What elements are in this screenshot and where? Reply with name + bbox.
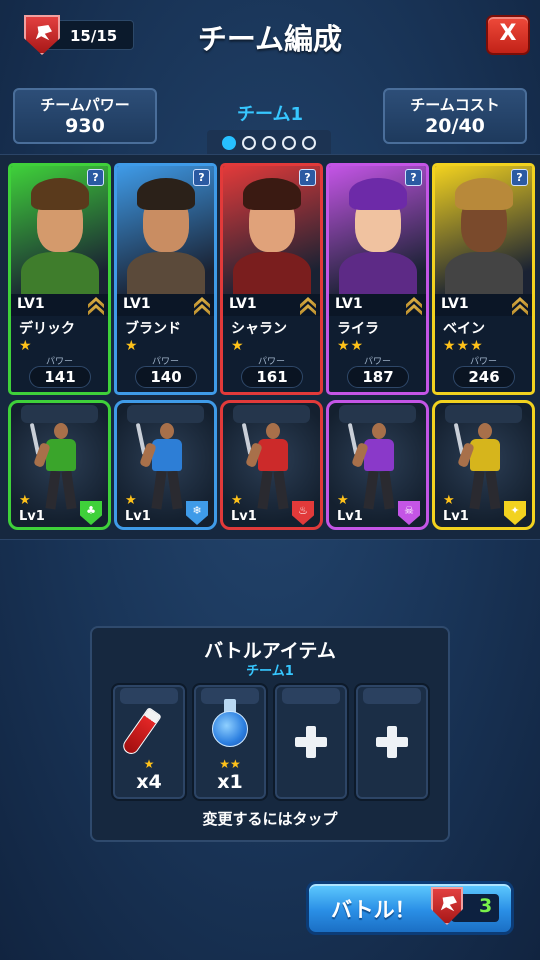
- team-page-dot-2[interactable]: [242, 136, 256, 150]
- hero-power-value: 187: [347, 366, 409, 388]
- team-cost-value: 20/40: [425, 115, 485, 137]
- nature-icon: ♣: [80, 501, 102, 525]
- team-page-dot-3[interactable]: [262, 136, 276, 150]
- troop-stars: ★: [337, 493, 349, 508]
- hero-name: ブランド: [125, 321, 181, 337]
- hero-name: ベイン: [443, 321, 485, 337]
- battle-items-team: チーム1: [246, 664, 294, 679]
- hero-portrait: ?: [329, 166, 426, 294]
- troop-figure: [241, 421, 303, 511]
- item-slot-2[interactable]: ★★ x1: [192, 683, 268, 801]
- hero-power-value: 161: [241, 366, 303, 388]
- hero-info-button[interactable]: ?: [193, 169, 210, 186]
- item-slot-1[interactable]: ★ x4: [111, 683, 187, 801]
- troop-level: Lv1: [231, 509, 257, 524]
- battle-button-label: バトル！: [331, 898, 416, 922]
- troop-figure: [29, 421, 91, 511]
- troop-level: Lv1: [19, 509, 45, 524]
- hero-stars: ★: [19, 338, 33, 354]
- holy-icon: ✦: [504, 501, 526, 525]
- troop-figure: [453, 421, 515, 511]
- rank-chevron-icon: [300, 304, 316, 316]
- hero-portrait: ?: [117, 166, 214, 294]
- rank-chevron-icon: [512, 304, 528, 316]
- troop-card[interactable]: ★ Lv1 ♨: [220, 400, 323, 530]
- hero-card[interactable]: ? LV1 デリック ★ パワー 141: [8, 163, 111, 395]
- hero-portrait: ?: [435, 166, 532, 294]
- item-stars: ★★: [219, 757, 241, 771]
- team-name: チーム1: [237, 104, 303, 125]
- hero-info-button[interactable]: ?: [87, 169, 104, 186]
- hero-card[interactable]: ? LV1 ブランド ★ パワー 140: [114, 163, 217, 395]
- rank-chevron-icon: [194, 304, 210, 316]
- hero-level: LV1: [17, 296, 45, 312]
- hero-info-button[interactable]: ?: [299, 169, 316, 186]
- blue-potion-icon: [212, 711, 248, 747]
- team-page-indicator[interactable]: [207, 130, 331, 156]
- page-title: チーム編成: [197, 22, 343, 56]
- troop-level: Lv1: [125, 509, 151, 524]
- item-stars: ★: [143, 757, 155, 771]
- troop-card[interactable]: ★ Lv1 ☠: [326, 400, 429, 530]
- ice-icon: ❄: [186, 501, 208, 525]
- dark-icon: ☠: [398, 501, 420, 525]
- hero-card[interactable]: ? LV1 ベイン ★★★ パワー 246: [432, 163, 535, 395]
- hero-info-button[interactable]: ?: [511, 169, 528, 186]
- item-slot-3[interactable]: [273, 683, 349, 801]
- troop-card[interactable]: ★ Lv1 ✦: [432, 400, 535, 530]
- team-page-dot-1[interactable]: [222, 136, 236, 150]
- troop-card[interactable]: ★ Lv1 ❄: [114, 400, 217, 530]
- troop-figure: [135, 421, 197, 511]
- hero-stars: ★★: [337, 338, 365, 354]
- hero-power-value: 141: [29, 366, 91, 388]
- hero-name: シャラン: [231, 321, 287, 337]
- troop-level: Lv1: [443, 509, 469, 524]
- hero-level: LV1: [123, 296, 151, 312]
- team-power-label: チームパワー: [40, 96, 130, 114]
- battle-cost: 3: [479, 895, 493, 917]
- red-potion-icon: [120, 706, 162, 758]
- team-cost-panel: チームコスト 20/40: [383, 88, 527, 144]
- hero-level: LV1: [229, 296, 257, 312]
- hero-portrait: ?: [11, 166, 108, 294]
- team-power-value: 930: [65, 115, 105, 137]
- troop-stars: ★: [443, 493, 455, 508]
- rank-chevron-icon: [406, 304, 422, 316]
- rank-chevron-icon: [88, 304, 104, 316]
- hero-name: デリック: [19, 321, 75, 337]
- hero-stars: ★★★: [443, 338, 484, 354]
- hero-power-value: 140: [135, 366, 197, 388]
- item-count: x4: [136, 771, 162, 793]
- battle-items-title: バトルアイテム: [204, 640, 336, 662]
- team-page-dot-5[interactable]: [302, 136, 316, 150]
- troop-stars: ★: [125, 493, 137, 508]
- close-button[interactable]: X: [486, 15, 530, 55]
- hero-stars: ★: [231, 338, 245, 354]
- troop-stars: ★: [231, 493, 243, 508]
- team-power-panel: チームパワー 930: [13, 88, 157, 144]
- item-slot-4[interactable]: [354, 683, 430, 801]
- hero-name: ライラ: [337, 321, 379, 337]
- team-cost-label: チームコスト: [410, 96, 500, 114]
- hero-level: LV1: [441, 296, 469, 312]
- troop-figure: [347, 421, 409, 511]
- hero-info-button[interactable]: ?: [405, 169, 422, 186]
- troop-level: Lv1: [337, 509, 363, 524]
- item-count: x1: [217, 771, 243, 793]
- battle-button[interactable]: バトル！ 3: [306, 881, 514, 935]
- battle-items-hint: 変更するにはタップ: [202, 810, 338, 828]
- hero-power-value: 246: [453, 366, 515, 388]
- fire-icon: ♨: [292, 501, 314, 525]
- hero-portrait: ?: [223, 166, 320, 294]
- hero-card[interactable]: ? LV1 シャラン ★ パワー 161: [220, 163, 323, 395]
- hero-card[interactable]: ? LV1 ライラ ★★ パワー 187: [326, 163, 429, 395]
- troop-card[interactable]: ★ Lv1 ♣: [8, 400, 111, 530]
- hero-stars: ★: [125, 338, 139, 354]
- troop-stars: ★: [19, 493, 31, 508]
- hero-level: LV1: [335, 296, 363, 312]
- team-page-dot-4[interactable]: [282, 136, 296, 150]
